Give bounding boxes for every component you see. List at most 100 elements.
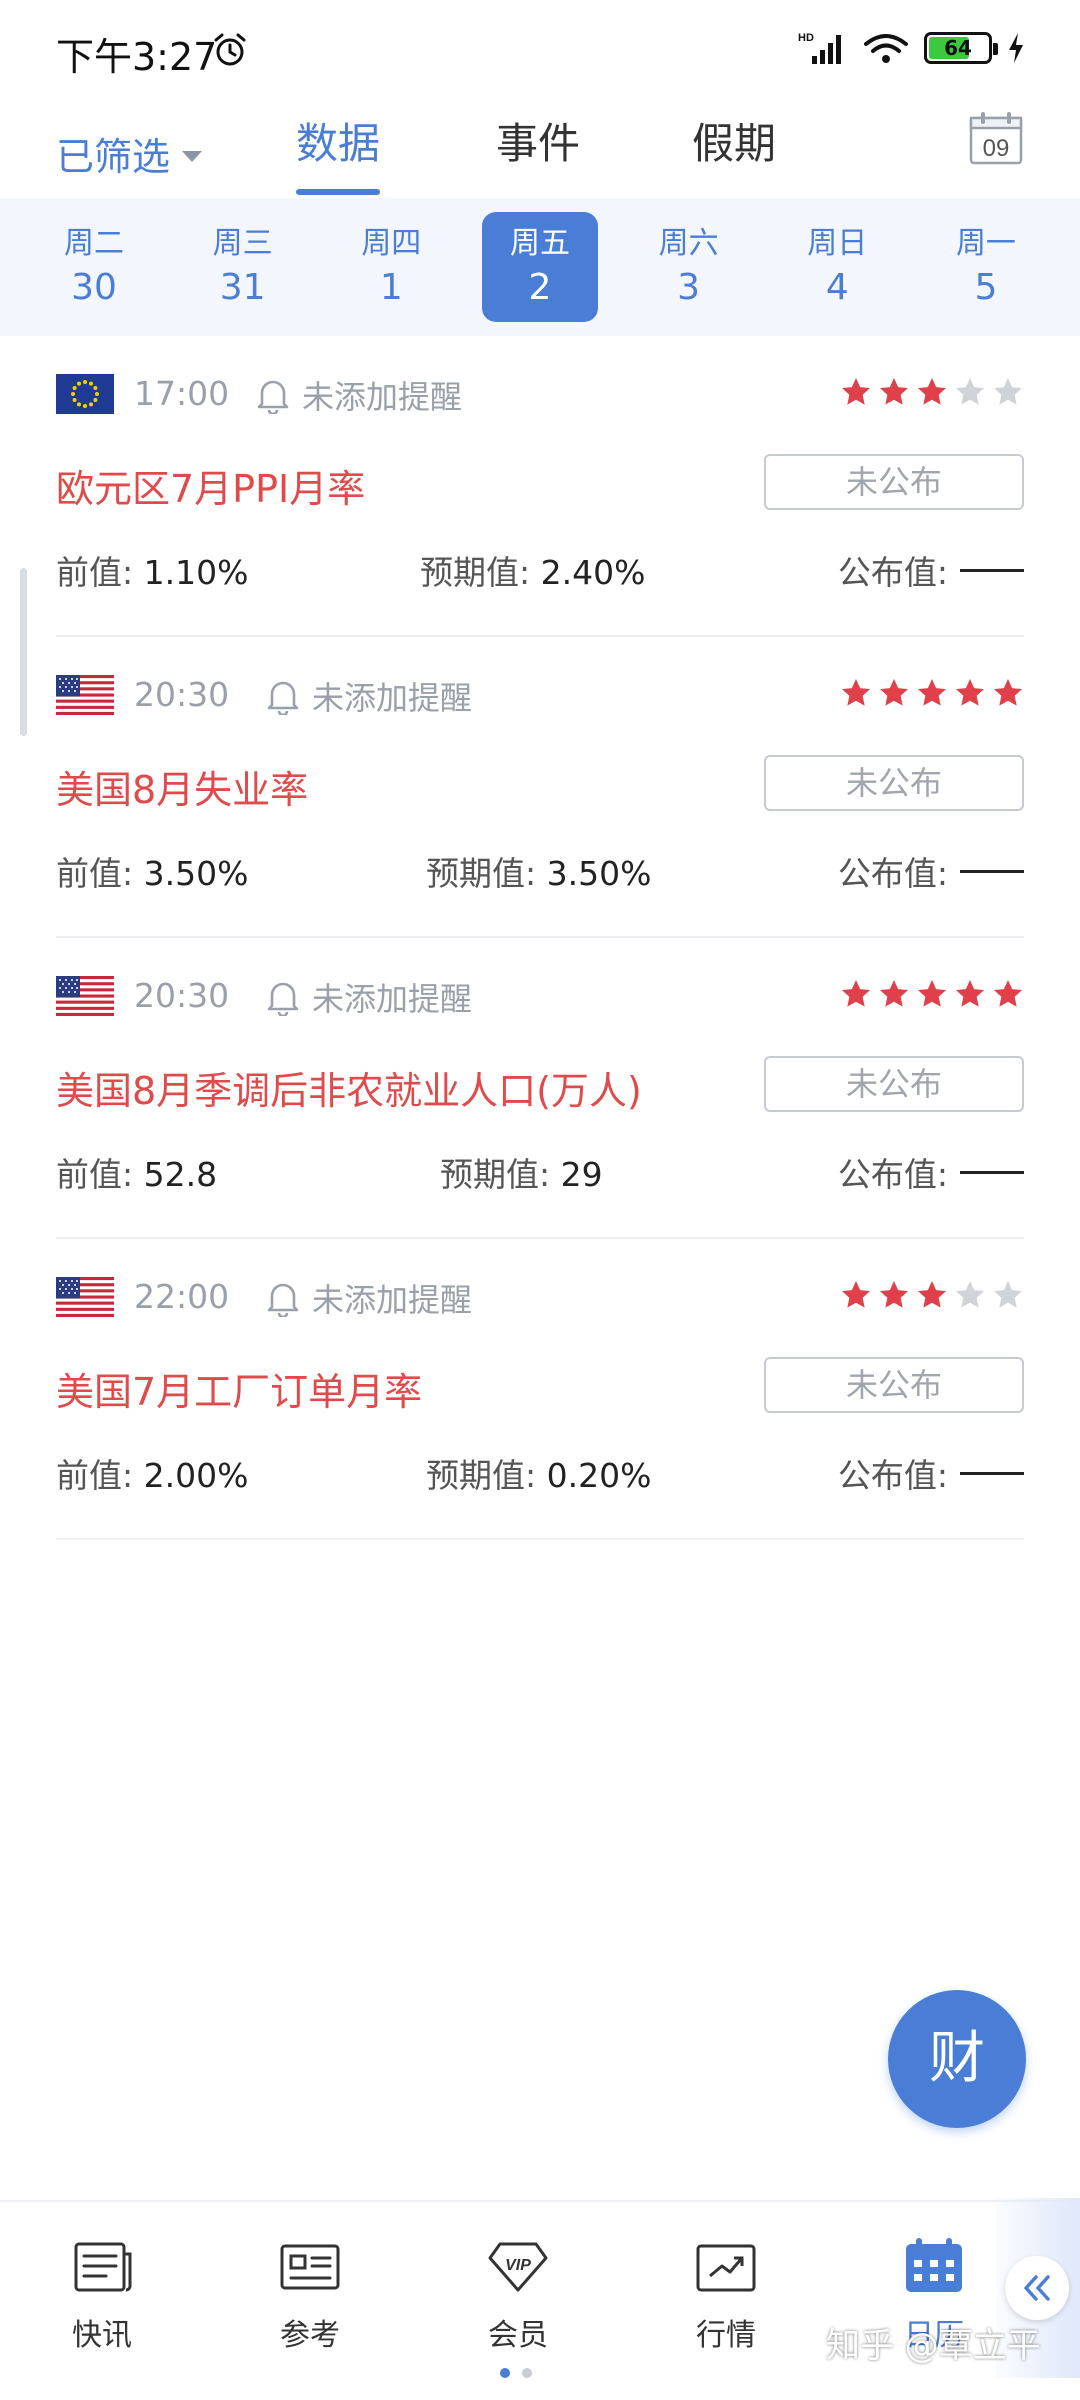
importance-stars: [840, 1279, 1024, 1311]
event-list: 17:00 未添加提醒 欧元区7月PPI月率 未公布 前值: 1.10% 预期值…: [56, 336, 1024, 1540]
importance-stars: [840, 677, 1024, 709]
event-title: 美国7月工厂订单月率: [56, 1370, 423, 1414]
bell-icon: [257, 380, 289, 414]
bottom-nav: 快讯 参考 VIP 会员 行情 日历: [0, 2200, 1080, 2400]
us-flag-icon: [56, 675, 114, 715]
tab-events[interactable]: 事件: [496, 110, 580, 171]
day-number: 30: [71, 267, 117, 308]
star-filled-icon: [880, 378, 908, 405]
bell-icon: [267, 681, 299, 715]
event-title: 欧元区7月PPI月率: [56, 467, 366, 511]
id-card-icon: [280, 2244, 340, 2290]
status-badge: 未公布: [764, 1357, 1024, 1413]
day-number: 3: [677, 267, 701, 308]
published-value: 公布值:: [838, 546, 1024, 594]
star-filled-icon: [842, 980, 870, 1007]
calendar-picker-icon[interactable]: 09: [968, 110, 1024, 166]
vip-diamond-icon: VIP: [488, 2242, 548, 2292]
star-empty-icon: [956, 378, 984, 405]
event-item[interactable]: 20:30 未添加提醒 美国8月失业率 未公布 前值: 3.50% 预期值: 3…: [56, 637, 1024, 938]
star-filled-icon: [918, 1281, 946, 1308]
published-value: 公布值:: [838, 847, 1024, 895]
importance-stars: [840, 376, 1024, 408]
double-chevron-left-icon: [1024, 2275, 1050, 2301]
expected-value: 预期值: 29: [440, 1155, 603, 1194]
nav-item-flash[interactable]: 快讯: [32, 2234, 172, 2354]
filter-dropdown[interactable]: 已筛选: [56, 126, 203, 181]
star-filled-icon: [956, 679, 984, 706]
battery-icon: 64: [924, 32, 998, 64]
bell-icon: [267, 982, 299, 1016]
star-filled-icon: [842, 679, 870, 706]
previous-value: 前值: 52.8: [56, 1155, 218, 1194]
nav-item-vip[interactable]: VIP 会员: [448, 2234, 588, 2354]
newspaper-icon: [74, 2242, 132, 2292]
day-thu[interactable]: 周四 1: [333, 212, 449, 322]
day-number: 31: [219, 267, 266, 308]
day-sun[interactable]: 周日 4: [779, 212, 895, 322]
add-reminder-button[interactable]: 未添加提醒: [256, 372, 462, 418]
day-name: 周五: [509, 226, 570, 261]
day-mon[interactable]: 周一 5: [928, 212, 1044, 322]
nav-item-reference[interactable]: 参考: [240, 2234, 380, 2354]
finance-fab-button[interactable]: 财: [888, 1990, 1026, 2128]
nav-label: 行情: [696, 2318, 756, 2353]
star-filled-icon: [918, 378, 946, 405]
filter-label: 已筛选: [56, 135, 171, 179]
star-filled-icon: [918, 980, 946, 1007]
published-value: 公布值:: [838, 1148, 1024, 1196]
expected-value: 预期值: 0.20%: [426, 1456, 652, 1495]
event-time: 17:00: [134, 374, 230, 413]
calendar-icon: [906, 2238, 962, 2292]
event-time: 22:00: [134, 1277, 230, 1316]
day-number: 2: [528, 267, 552, 308]
calendar-day: 09: [983, 135, 1010, 162]
nav-label: 会员: [488, 2318, 548, 2353]
reminder-label: 未添加提醒: [302, 378, 463, 416]
day-name: 周四: [361, 226, 422, 261]
header-tabs: 已筛选 数据 事件 假期 09: [0, 100, 1080, 200]
star-empty-icon: [956, 1281, 984, 1308]
previous-value: 前值: 3.50%: [56, 854, 249, 893]
collapse-chevron-button[interactable]: [1005, 2256, 1069, 2320]
watermark-text: 知乎 @覃立平: [826, 2326, 1041, 2366]
star-filled-icon: [842, 378, 870, 405]
tab-data[interactable]: 数据: [296, 110, 381, 195]
previous-value: 前值: 1.10%: [56, 553, 249, 592]
event-title: 美国8月失业率: [56, 768, 309, 812]
status-icons: HD 64: [798, 30, 1026, 66]
caret-down-icon: [182, 151, 203, 162]
empty-value-dash: [960, 1170, 1024, 1174]
empty-value-dash: [960, 869, 1024, 873]
wifi-icon: [864, 34, 908, 63]
day-wed[interactable]: 周三 31: [185, 212, 301, 322]
event-item[interactable]: 17:00 未添加提醒 欧元区7月PPI月率 未公布 前值: 1.10% 预期值…: [56, 336, 1024, 637]
bell-icon: [267, 1283, 299, 1317]
add-reminder-button[interactable]: 未添加提醒: [266, 673, 472, 719]
reminder-label: 未添加提醒: [312, 1281, 473, 1319]
nav-item-market[interactable]: 行情: [656, 2234, 796, 2354]
status-time: 下午3:27: [56, 35, 218, 79]
day-name: 周日: [807, 226, 868, 261]
star-filled-icon: [918, 679, 946, 706]
day-tue[interactable]: 周二 30: [36, 212, 152, 322]
day-sat[interactable]: 周六 3: [631, 212, 747, 322]
star-filled-icon: [994, 679, 1022, 706]
day-name: 周六: [658, 226, 719, 261]
star-filled-icon: [880, 679, 908, 706]
tab-holidays[interactable]: 假期: [692, 110, 776, 171]
star-empty-icon: [994, 378, 1022, 405]
day-fri[interactable]: 周五 2: [481, 212, 598, 322]
importance-stars: [840, 978, 1024, 1010]
reminder-label: 未添加提醒: [312, 980, 473, 1018]
day-name: 周三: [212, 226, 273, 261]
day-number: 4: [825, 267, 849, 308]
event-item[interactable]: 20:30 未添加提醒 美国8月季调后非农就业人口(万人) 未公布 前值: 52…: [56, 938, 1024, 1239]
empty-value-dash: [960, 568, 1024, 572]
add-reminder-button[interactable]: 未添加提醒: [266, 1275, 472, 1321]
scroll-indicator: [20, 568, 27, 736]
us-flag-icon: [56, 976, 114, 1016]
eu-flag-icon: [56, 374, 114, 414]
event-item[interactable]: 22:00 未添加提醒 美国7月工厂订单月率 未公布 前值: 2.00% 预期值…: [56, 1239, 1024, 1540]
add-reminder-button[interactable]: 未添加提醒: [266, 974, 472, 1020]
